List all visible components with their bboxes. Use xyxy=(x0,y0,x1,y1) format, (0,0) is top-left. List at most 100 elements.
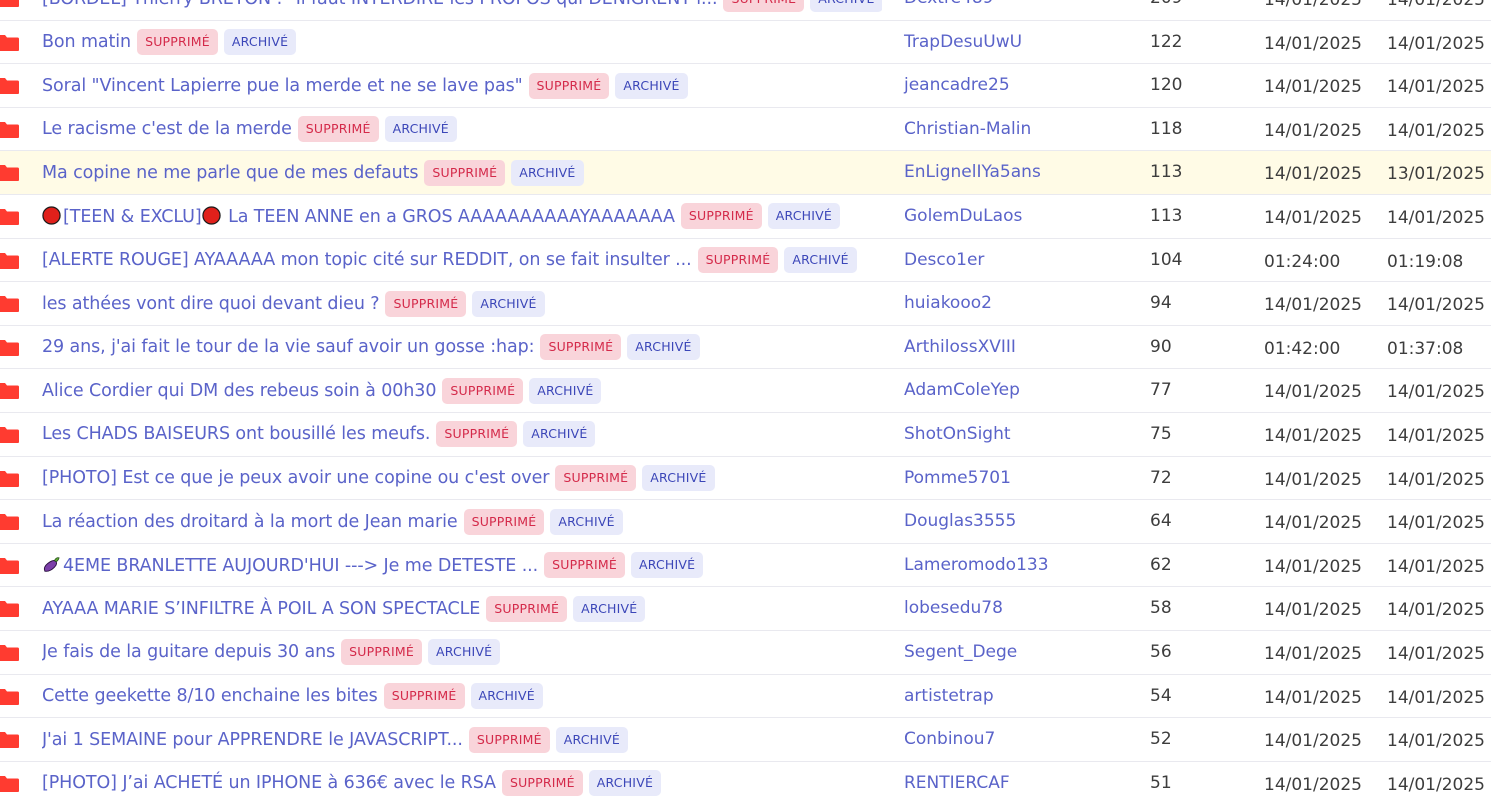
topic-title-cell: les athées vont dire quoi devant dieu ? … xyxy=(42,282,882,325)
red-circle-icon xyxy=(201,206,221,225)
topic-author-link[interactable]: Pomme5701 xyxy=(904,457,1011,500)
topic-title-link[interactable]: 29 ans, j'ai fait le tour de la vie sauf… xyxy=(42,337,535,357)
topic-author-link[interactable]: EnLignelIYa5ans xyxy=(904,151,1041,194)
deleted-badge: SUPPRIMÉ xyxy=(468,726,550,753)
archived-badge: ARCHIVÉ xyxy=(384,116,457,143)
topic-author-link[interactable]: AdamColeYep xyxy=(904,369,1020,412)
topic-author-link[interactable]: Dextre489 xyxy=(904,0,994,20)
topic-title-link[interactable]: La réaction des droitard à la mort de Je… xyxy=(42,512,458,532)
reply-count: 72 xyxy=(1150,467,1172,488)
topic-author-link[interactable]: Segent_Dege xyxy=(904,631,1017,674)
reply-count: 118 xyxy=(1150,118,1183,139)
topic-title-cell: Le racisme c'est de la merde SUPPRIMÉ AR… xyxy=(42,108,882,151)
folder-icon xyxy=(0,78,19,95)
archived-badge: ARCHIVÉ xyxy=(642,465,715,492)
topic-title-cell: J'ai 1 SEMAINE pour APPRENDRE le JAVASCR… xyxy=(42,718,882,761)
topic-title-link[interactable]: Alice Cordier qui DM des rebeus soin à 0… xyxy=(42,381,436,401)
folder-icon xyxy=(0,470,19,487)
topic-created-date: 14/01/2025 xyxy=(1264,513,1362,534)
folder-icon xyxy=(0,208,19,225)
folder-icon xyxy=(0,514,19,531)
topic-last-message-date: 14/01/2025 xyxy=(1387,731,1485,752)
topic-last-message-date: 14/01/2025 xyxy=(1387,120,1485,141)
topic-last-message-date: 13/01/2025 xyxy=(1387,164,1485,185)
topic-created-date: 14/01/2025 xyxy=(1264,731,1362,752)
archived-badge: ARCHIVÉ xyxy=(223,29,297,56)
topic-last-message-date: 14/01/2025 xyxy=(1387,0,1485,10)
topic-author-link[interactable]: Conbinou7 xyxy=(904,718,995,761)
folder-icon xyxy=(0,775,19,792)
topic-title-link[interactable]: Je fais de la guitare depuis 30 ans xyxy=(42,642,335,662)
topic-author-link[interactable]: ShotOnSight xyxy=(904,413,1011,456)
deleted-badge: SUPPRIMÉ xyxy=(501,770,583,797)
topic-title-link[interactable]: AYAAA MARIE S’INFILTRE À POIL A SON SPEC… xyxy=(42,599,480,619)
archived-badge: ARCHIVÉ xyxy=(615,72,688,99)
folder-icon xyxy=(0,426,19,443)
topic-title-link[interactable]: 4EME BRANLETTE AUJOURD'HUI ---> Je me DE… xyxy=(42,555,538,576)
topic-created-date: 14/01/2025 xyxy=(1264,600,1362,621)
topic-title-link[interactable]: [BORDEL] Thierry BRETON : "Il faut INTER… xyxy=(42,0,718,9)
reply-count: 209 xyxy=(1150,0,1182,20)
topic-author-link[interactable]: artistetrap xyxy=(904,675,994,718)
reply-count: 77 xyxy=(1150,380,1172,401)
folder-icon xyxy=(0,121,19,138)
topic-author-link[interactable]: Lameromodo133 xyxy=(904,544,1049,587)
topic-author-link[interactable]: lobesedu78 xyxy=(904,587,1003,630)
archived-badge: ARCHIVÉ xyxy=(470,683,543,709)
topic-author-link[interactable]: GolemDuLaos xyxy=(904,195,1022,238)
topic-title-link[interactable]: [ALERTE ROUGE] AYAAAAA mon topic cité su… xyxy=(42,250,692,270)
topic-title-link[interactable]: Bon matin xyxy=(42,32,131,52)
topic-title-link[interactable]: les athées vont dire quoi devant dieu ? xyxy=(42,294,380,314)
deleted-badge: SUPPRIMÉ xyxy=(436,421,518,448)
deleted-badge: SUPPRIMÉ xyxy=(424,159,506,186)
archived-badge: ARCHIVÉ xyxy=(529,377,602,404)
topic-title-suffix: La TEEN ANNE en a GROS AAAAAAAAAAYAAAAAA… xyxy=(222,206,675,227)
topic-author-link[interactable]: huiakooo2 xyxy=(904,282,992,325)
folder-icon xyxy=(0,34,19,51)
topic-row: [PHOTO] J’ai ACHETÉ un IPHONE à 636€ ave… xyxy=(0,762,1491,804)
topic-last-message-date: 14/01/2025 xyxy=(1387,469,1485,490)
deleted-badge: SUPPRIMÉ xyxy=(544,552,625,579)
topic-last-message-date: 14/01/2025 xyxy=(1387,556,1485,577)
topic-title-cell: Alice Cordier qui DM des rebeus soin à 0… xyxy=(42,369,882,412)
topic-last-message-date: 14/01/2025 xyxy=(1387,513,1485,534)
topic-row: Soral "Vincent Lapierre pue la merde et … xyxy=(0,64,1491,108)
topic-last-message-date: 14/01/2025 xyxy=(1387,77,1485,98)
reply-count: 56 xyxy=(1150,641,1172,662)
topic-title-link[interactable]: Cette geekette 8/10 enchaine les bites xyxy=(42,686,378,706)
deleted-badge: SUPPRIMÉ xyxy=(383,683,465,709)
reply-count: 52 xyxy=(1150,729,1172,750)
deleted-badge: SUPPRIMÉ xyxy=(697,247,779,274)
topic-author-link[interactable]: Christian-Malin xyxy=(904,108,1031,151)
topic-title-link[interactable]: Soral "Vincent Lapierre pue la merde et … xyxy=(42,76,523,96)
topic-row: [ALERTE ROUGE] AYAAAAA mon topic cité su… xyxy=(0,239,1491,283)
topic-created-date: 14/01/2025 xyxy=(1264,774,1362,795)
topic-title-link[interactable]: [PHOTO] J’ai ACHETÉ un IPHONE à 636€ ave… xyxy=(42,773,496,793)
topic-title-link[interactable]: [PHOTO] Est ce que je peux avoir une cop… xyxy=(42,468,549,488)
deleted-badge: SUPPRIMÉ xyxy=(528,72,610,99)
topic-title-link[interactable]: Ma copine ne me parle que de mes defauts xyxy=(42,163,419,183)
topic-title-link[interactable]: [TEEN & EXCLU] La TEEN ANNE en a GROS AA… xyxy=(42,206,675,227)
topic-author-link[interactable]: TrapDesuUwU xyxy=(904,21,1022,64)
archived-badge: ARCHIVÉ xyxy=(523,421,596,448)
topic-last-message-date: 14/01/2025 xyxy=(1387,382,1485,403)
topic-list: [BORDEL] Thierry BRETON : "Il faut INTER… xyxy=(0,0,1491,804)
topic-author-link[interactable]: Douglas3555 xyxy=(904,500,1016,543)
topic-author-link[interactable]: Desco1er xyxy=(904,239,984,282)
archived-badge: ARCHIVÉ xyxy=(472,290,545,317)
topic-last-message-date: 14/01/2025 xyxy=(1387,600,1485,621)
topic-title-link[interactable]: Les CHADS BAISEURS ont bousillé les meuf… xyxy=(42,424,430,444)
topic-author-link[interactable]: ArthilossXVIII xyxy=(904,326,1016,369)
eggplant-icon xyxy=(43,557,60,572)
topic-title-link[interactable]: Le racisme c'est de la merde xyxy=(42,119,292,139)
deleted-badge: SUPPRIMÉ xyxy=(463,508,545,535)
topic-author-link[interactable]: RENTIERCAF xyxy=(904,762,1010,804)
topic-author-link[interactable]: jeancadre25 xyxy=(904,64,1010,107)
reply-count: 62 xyxy=(1150,554,1172,575)
topic-title-cell: AYAAA MARIE S’INFILTRE À POIL A SON SPEC… xyxy=(42,587,882,630)
topic-created-date: 14/01/2025 xyxy=(1264,382,1362,403)
topic-title-link[interactable]: J'ai 1 SEMAINE pour APPRENDRE le JAVASCR… xyxy=(42,730,463,750)
reply-count: 51 xyxy=(1150,772,1172,793)
topic-last-message-date: 01:19:08 xyxy=(1387,251,1464,272)
topic-title-cell: [ALERTE ROUGE] AYAAAAA mon topic cité su… xyxy=(42,239,882,282)
